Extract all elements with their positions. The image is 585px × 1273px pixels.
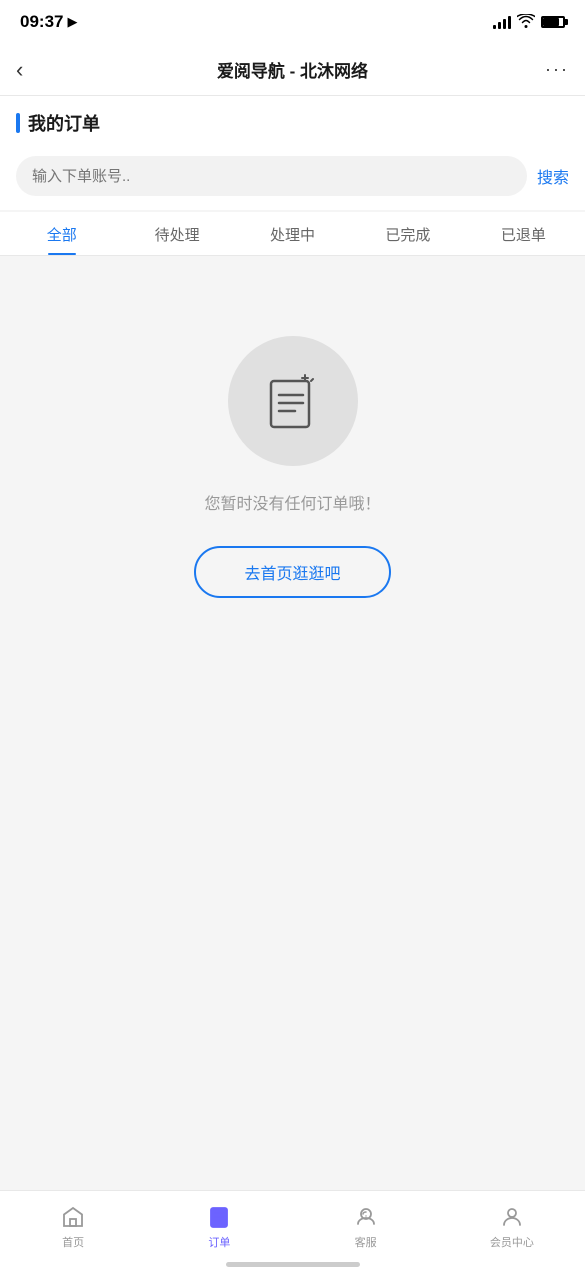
tab-all[interactable]: 全部 [4,212,119,255]
service-tab-label: 客服 [355,1234,377,1250]
service-icon [353,1204,379,1230]
bottom-tabbar: 首页 订单 客服 [0,1190,585,1273]
bottom-tab-member[interactable]: 会员中心 [439,1194,585,1250]
signal-icon [493,15,511,29]
location-icon: ▶ [67,14,77,30]
empty-document-icon [261,367,325,436]
search-button[interactable]: 搜索 [537,164,569,188]
status-time: 09:37 [20,12,63,32]
bottom-tab-home[interactable]: 首页 [0,1194,146,1250]
header-indicator [16,113,20,133]
wifi-icon [517,14,535,31]
empty-icon-circle [228,336,358,466]
bottom-tab-service[interactable]: 客服 [293,1194,439,1250]
nav-bar: ‹ 爱阅导航 - 北沐网络 ··· [0,44,585,96]
order-icon [206,1204,232,1230]
home-icon [60,1204,86,1230]
battery-icon [541,16,565,28]
bottom-tab-order[interactable]: 订单 [146,1194,292,1250]
search-input-wrap [16,156,527,196]
tab-cancelled[interactable]: 已退单 [466,212,581,255]
main-content: 您暂时没有任何订单哦！ 去首页逛逛吧 [0,256,585,956]
more-button[interactable]: ··· [529,59,569,80]
page-title: 我的订单 [28,110,100,136]
page-header: 我的订单 [0,96,585,146]
search-section: 搜索 [0,146,585,210]
tabs-bar: 全部 待处理 处理中 已完成 已退单 [0,212,585,256]
tab-completed[interactable]: 已完成 [350,212,465,255]
browse-home-button[interactable]: 去首页逛逛吧 [194,546,390,598]
tab-pending[interactable]: 待处理 [119,212,234,255]
home-indicator [226,1262,360,1267]
empty-state: 您暂时没有任何订单哦！ 去首页逛逛吧 [0,256,585,638]
nav-title: 爱阅导航 - 北沐网络 [217,57,368,82]
member-tab-label: 会员中心 [490,1234,534,1250]
status-icons [493,14,565,31]
order-tab-label: 订单 [208,1234,230,1250]
tab-processing[interactable]: 处理中 [235,212,350,255]
empty-text: 您暂时没有任何订单哦！ [204,490,380,514]
search-input[interactable] [32,168,511,185]
member-icon [499,1204,525,1230]
back-button[interactable]: ‹ [16,57,56,83]
status-bar: 09:37 ▶ [0,0,585,44]
home-tab-label: 首页 [62,1234,84,1250]
